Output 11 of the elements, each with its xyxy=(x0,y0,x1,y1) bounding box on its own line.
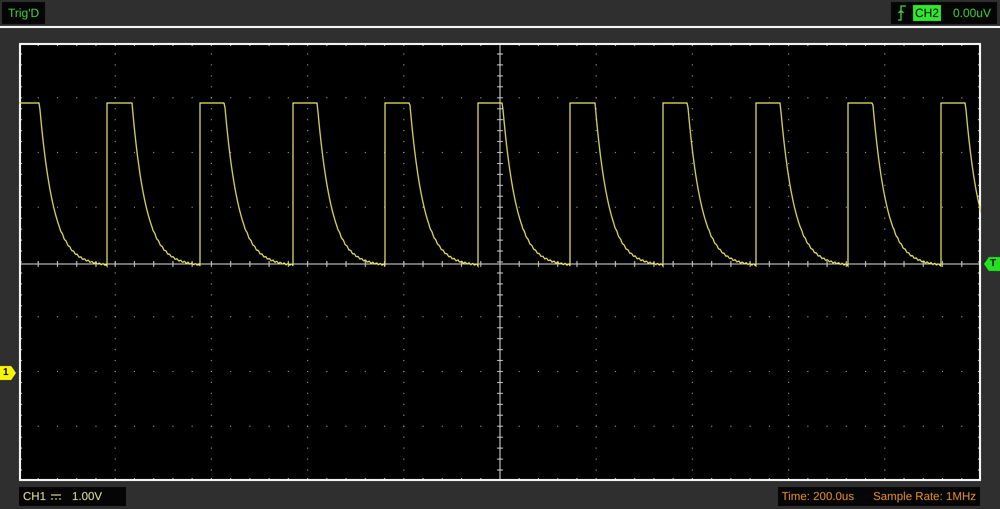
channel-label: CH1 xyxy=(23,490,46,502)
volts-per-div: 1.00V xyxy=(72,490,102,502)
time-per-div: Time: 200.0us xyxy=(782,490,854,502)
trigger-marker[interactable]: T xyxy=(984,257,1000,271)
rising-edge-icon xyxy=(896,5,907,21)
dc-coupling-icon xyxy=(51,494,62,500)
channel-marker[interactable]: 1 xyxy=(0,366,16,380)
trigger-level: 0.00uV xyxy=(952,6,991,20)
sample-rate: Sample Rate: 1MHz xyxy=(873,490,976,502)
trigger-channel: CH2 xyxy=(912,5,941,21)
trigger-status: Trig'D xyxy=(8,6,40,20)
